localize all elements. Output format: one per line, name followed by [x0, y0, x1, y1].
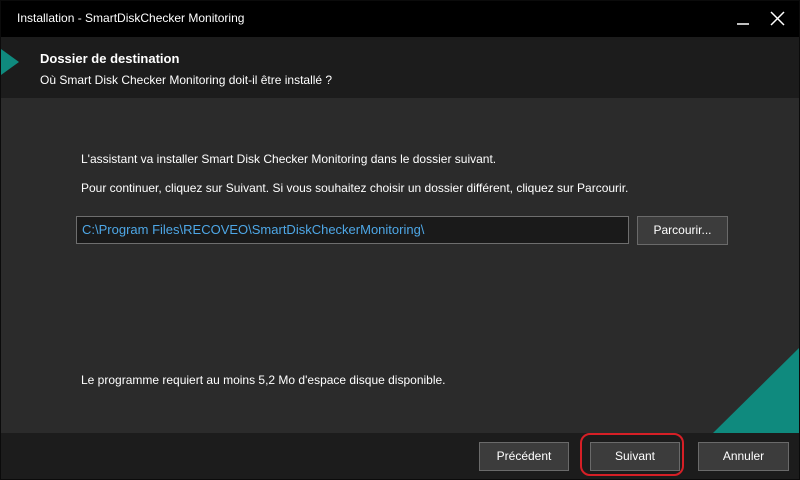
next-button[interactable]: Suivant	[590, 442, 680, 471]
destination-path-input[interactable]: C:\Program Files\RECOVEO\SmartDiskChecke…	[76, 216, 629, 244]
instruction-text: Pour continuer, cliquez sur Suivant. Si …	[81, 181, 629, 195]
accent-arrow-icon	[1, 49, 19, 75]
minimize-button[interactable]	[725, 1, 761, 37]
back-button[interactable]: Précédent	[479, 442, 569, 471]
content-area: L'assistant va installer Smart Disk Chec…	[1, 98, 799, 433]
cancel-button[interactable]: Annuler	[698, 442, 789, 471]
page-subtitle: Où Smart Disk Checker Monitoring doit-il…	[40, 73, 333, 87]
title-bar: Installation - SmartDiskChecker Monitori…	[1, 1, 799, 37]
close-button[interactable]	[761, 1, 797, 37]
window-title: Installation - SmartDiskChecker Monitori…	[17, 11, 245, 25]
close-icon	[770, 11, 785, 26]
footer-bar: Précédent Suivant Annuler	[1, 433, 799, 479]
page-header: Dossier de destination Où Smart Disk Che…	[1, 37, 799, 98]
installer-window: Installation - SmartDiskChecker Monitori…	[0, 0, 800, 480]
intro-text: L'assistant va installer Smart Disk Chec…	[81, 152, 497, 166]
corner-accent-icon	[713, 348, 799, 433]
space-requirement-text: Le programme requiert au moins 5,2 Mo d'…	[81, 373, 446, 387]
browse-button[interactable]: Parcourir...	[637, 216, 728, 245]
minimize-icon	[737, 23, 749, 25]
page-title: Dossier de destination	[40, 51, 180, 66]
